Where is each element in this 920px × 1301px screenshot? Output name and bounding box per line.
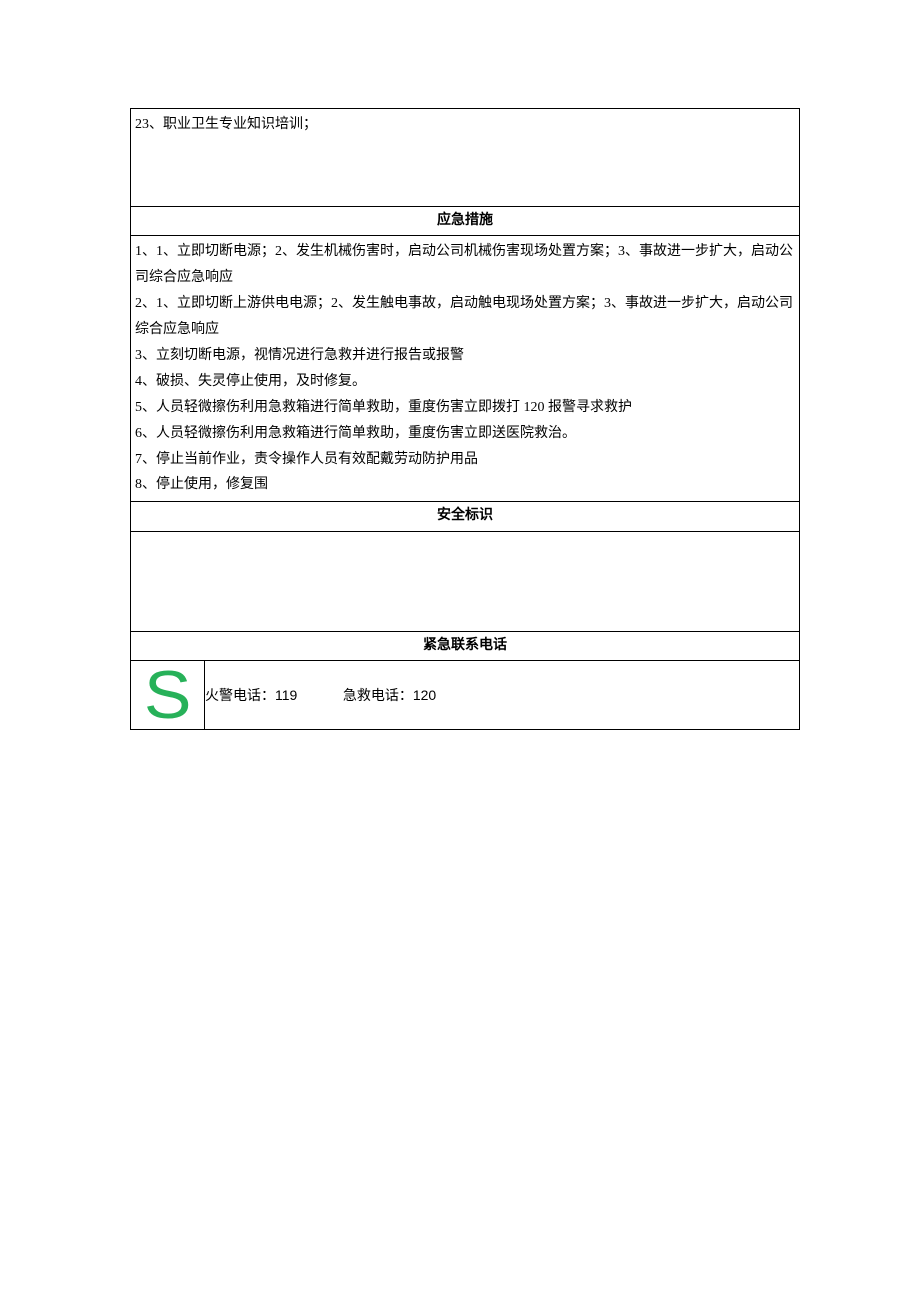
emergency-measures-cell: 1、1、立即切断电源；2、发生机械伤害时，启动公司机械伤害现场处置方案；3、事故… [131, 236, 800, 502]
top-cell: 23、职业卫生专业知识培训； [131, 109, 800, 207]
measure-item: 3、立刻切断电源，视情况进行急救并进行报告或报警 [135, 343, 795, 369]
emergency-measures-header: 应急措施 [131, 207, 799, 235]
phone-cell: 火警电话：119 急救电话：120 [205, 661, 800, 730]
document-table: 23、职业卫生专业知识培训； 应急措施 1、1、立即切断电源；2、发生机械伤害时… [130, 108, 800, 730]
measure-item: 5、人员轻微擦伤利用急救箱进行简单救助，重度伤害立即拨打 120 报警寻求救护 [135, 395, 795, 421]
ambulance-phone-group: 急救电话：120 [343, 685, 436, 705]
safety-sign-header: 安全标识 [131, 502, 799, 530]
emergency-contact-header: 紧急联系电话 [131, 632, 799, 660]
safety-sign-header-cell: 安全标识 [131, 502, 800, 531]
measure-item: 2、1、立即切断上游供电电源；2、发生触电事故，启动触电现场处置方案；3、事故进… [135, 291, 795, 343]
fire-phone-label: 火警电话： [205, 689, 275, 704]
s-letter-icon: S [144, 661, 192, 729]
emergency-measures-content: 1、1、立即切断电源；2、发生机械伤害时，启动公司机械伤害现场处置方案；3、事故… [131, 236, 799, 501]
safety-sign-cell [131, 531, 800, 631]
measure-item: 4、破损、失灵停止使用，及时修复。 [135, 369, 795, 395]
measure-item: 8、停止使用，修复围 [135, 472, 795, 498]
fire-phone-group: 火警电话：119 [205, 685, 297, 705]
s-icon-cell: S [131, 661, 205, 730]
ambulance-phone-number: 120 [413, 687, 436, 703]
emergency-measures-header-cell: 应急措施 [131, 207, 800, 236]
measure-item: 6、人员轻微擦伤利用急救箱进行简单救助，重度伤害立即送医院救治。 [135, 421, 795, 447]
safety-sign-content [131, 532, 799, 538]
measure-item: 7、停止当前作业，责令操作人员有效配戴劳动防护用品 [135, 447, 795, 473]
fire-phone-number: 119 [275, 687, 297, 703]
emergency-contact-header-cell: 紧急联系电话 [131, 631, 800, 660]
ambulance-phone-label: 急救电话： [343, 689, 413, 704]
top-item-text: 23、职业卫生专业知识培训； [131, 109, 799, 141]
measure-item: 1、1、立即切断电源；2、发生机械伤害时，启动公司机械伤害现场处置方案；3、事故… [135, 239, 795, 291]
